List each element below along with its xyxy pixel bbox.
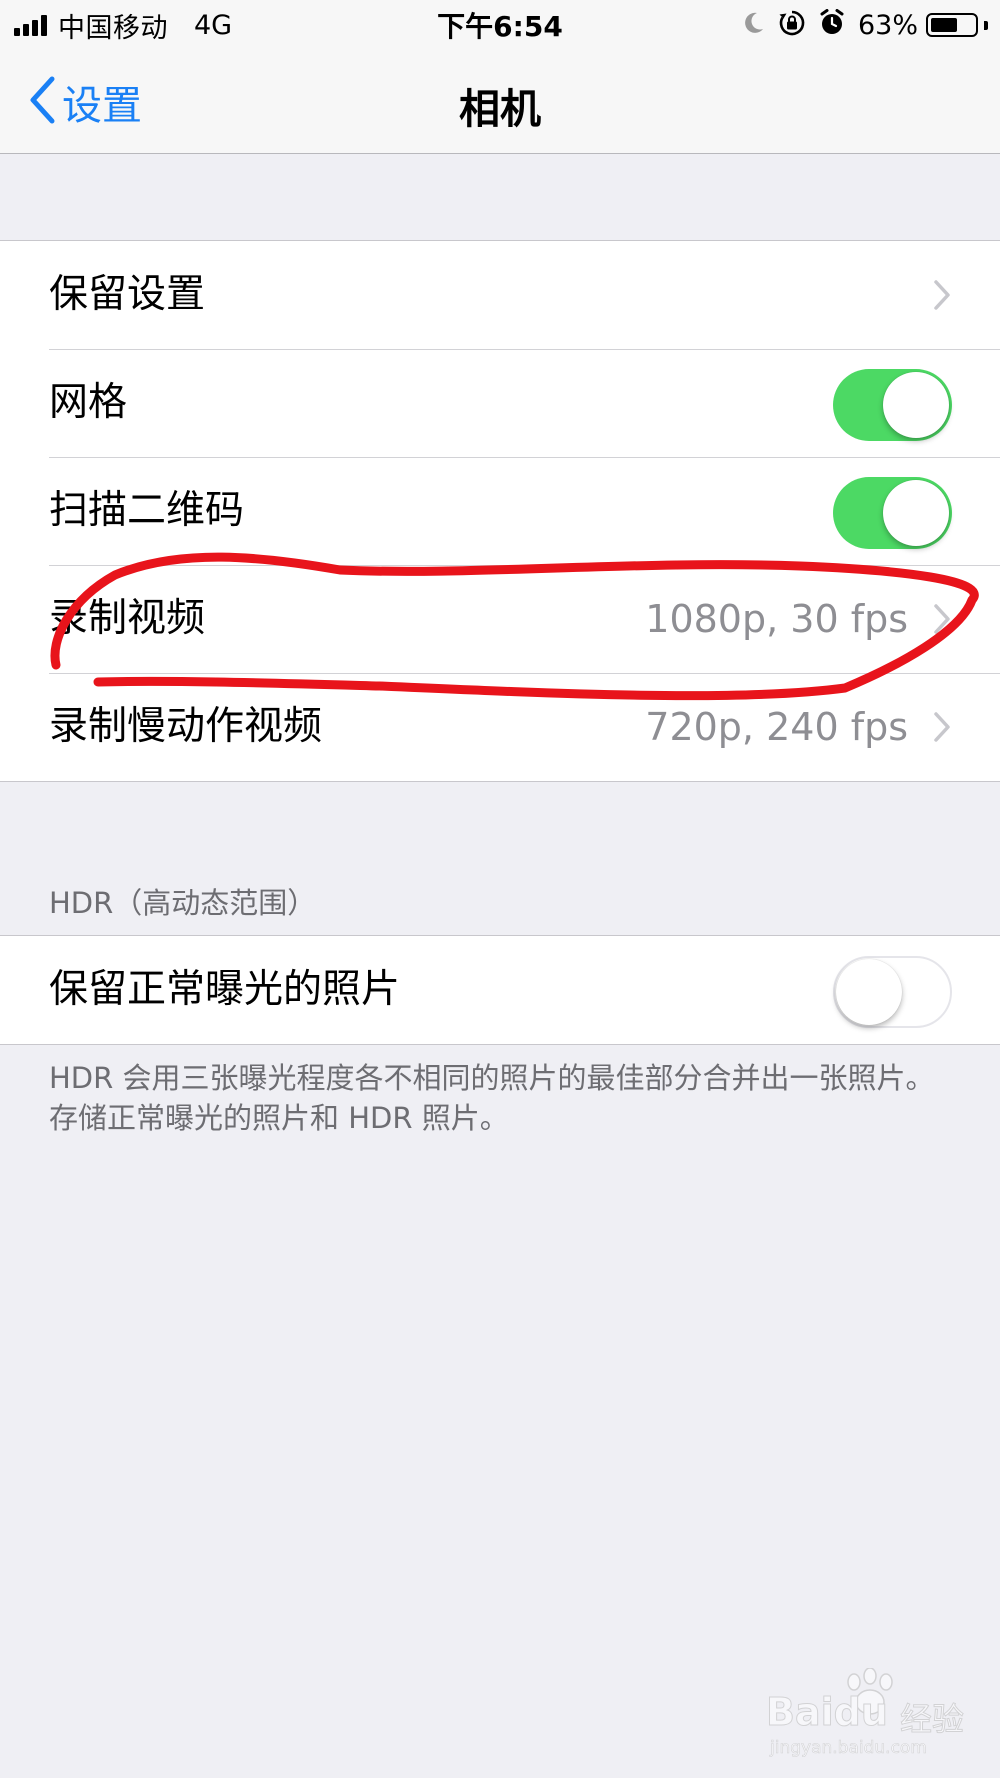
watermark-brand-cn: 经验 [899,1700,965,1739]
status-right: 63% [743,7,988,43]
hdr-section-header: HDR（高动态范围） [49,886,317,920]
moon-icon [743,11,765,39]
row-label: 保留正常曝光的照片 [49,967,401,1012]
row-value: 720p, 240 fps [645,705,908,749]
row-scan-qr-code: 扫描二维码 [0,457,1000,565]
baidu-jingyan-watermark: Baidu 经验 jingyan.baidu.com [764,1668,984,1758]
alarm-icon [819,9,845,41]
toggle-knob [883,480,949,546]
grid-toggle[interactable] [833,369,952,441]
chevron-right-icon [934,712,950,742]
toggle-knob [836,959,902,1025]
watermark-url: jingyan.baidu.com [770,1738,927,1759]
rotation-lock-icon [778,9,806,41]
status-bar: 中国移动 4G 下午6:54 63% [0,0,1000,50]
row-label: 保留设置 [49,272,206,317]
row-label: 扫描二维码 [49,488,245,533]
battery-nub [984,20,988,30]
battery-fill [931,18,957,32]
battery-icon [926,13,978,37]
row-label: 网格 [49,380,128,425]
row-label: 录制慢动作视频 [49,704,323,749]
row-label: 录制视频 [49,596,206,641]
row-grid: 网格 [0,349,1000,457]
battery-percent: 63% [857,9,918,41]
chevron-right-icon [934,604,950,634]
row-preserve-settings[interactable]: 保留设置 [0,241,1000,349]
keep-normal-photo-toggle[interactable] [833,956,952,1028]
row-record-video[interactable]: 录制视频 1080p, 30 fps [0,565,1000,673]
page-title: 相机 [459,85,541,133]
watermark-brand: Baidu [766,1690,889,1735]
hdr-group: 保留正常曝光的照片 [0,935,1000,1045]
camera-settings-group: 保留设置 网格 扫描二维码 录制视频 1080p, 30 fps 录制慢动作视频… [0,240,1000,782]
toggle-knob [883,372,949,438]
row-value: 1080p, 30 fps [645,597,908,641]
hdr-section-footer: HDR 会用三张曝光程度各不相同的照片的最佳部分合并出一张照片。存储正常曝光的照… [49,1061,935,1135]
navigation-bar: 设置 相机 [0,50,1000,154]
row-record-slo-mo[interactable]: 录制慢动作视频 720p, 240 fps [0,673,1000,781]
chevron-right-icon [934,280,950,310]
row-keep-normal-photo: 保留正常曝光的照片 [0,936,1000,1044]
scan-qr-toggle[interactable] [833,477,952,549]
